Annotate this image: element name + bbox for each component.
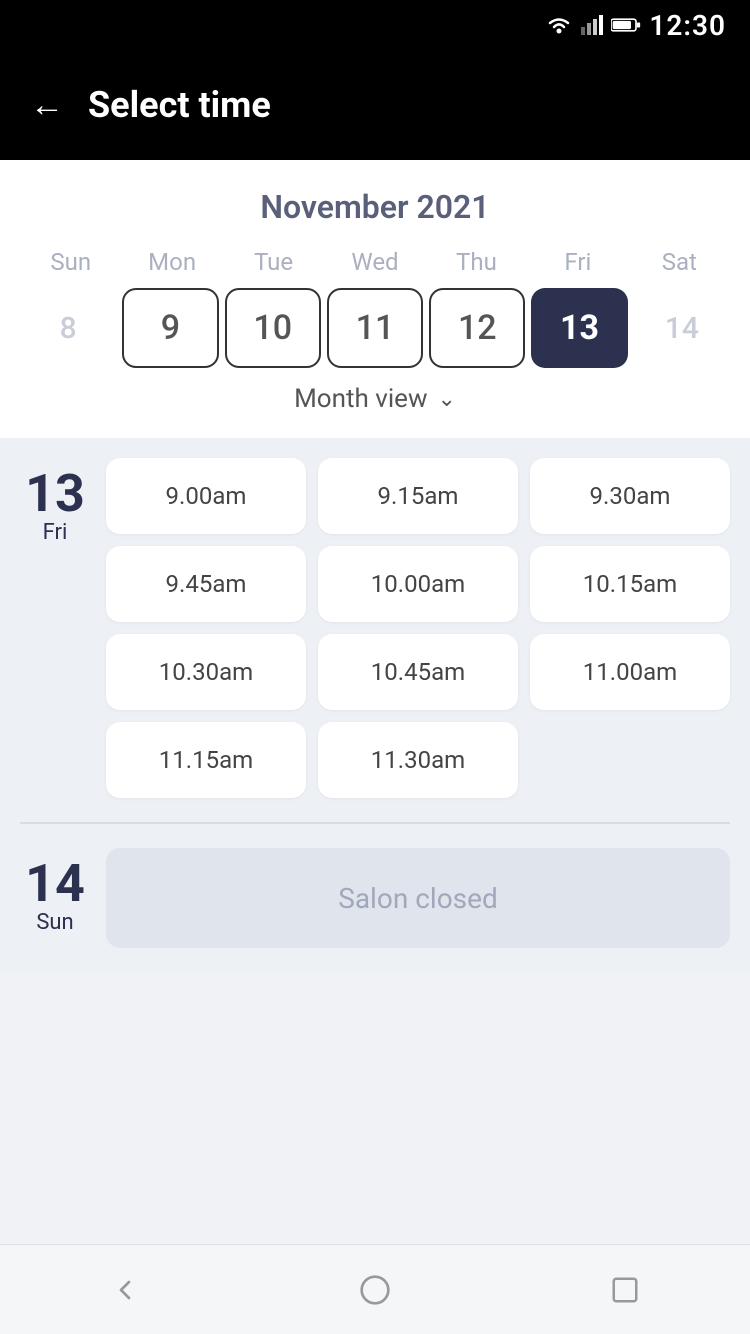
day-8[interactable]: 8 <box>20 288 116 368</box>
time-slot-1100am[interactable]: 11.00am <box>530 634 730 710</box>
day-divider <box>20 822 730 824</box>
month-year: November 2021 <box>20 188 730 226</box>
day-number-14: 14 <box>25 858 85 910</box>
nav-home-button[interactable] <box>345 1260 405 1320</box>
time-slot-930am[interactable]: 9.30am <box>530 458 730 534</box>
status-time: 12:30 <box>649 9 726 42</box>
time-slot-1030am[interactable]: 10.30am <box>106 634 306 710</box>
app-header: ← Select time <box>0 50 750 160</box>
month-view-toggle[interactable]: Month view ⌄ <box>20 368 730 418</box>
day-label-14: 14 Sun <box>20 848 90 935</box>
back-nav-icon <box>109 1274 141 1306</box>
day-name-fri: Fri <box>43 520 68 545</box>
day-group-13: 13 Fri 9.00am 9.15am 9.30am 9.45am 10.00… <box>20 458 730 798</box>
day-11[interactable]: 11 <box>327 288 423 368</box>
status-bar: 12:30 <box>0 0 750 50</box>
signal-icon <box>581 15 603 35</box>
days-row: 8 9 10 11 12 13 14 <box>20 288 730 368</box>
day-name-sun: Sun <box>36 910 73 935</box>
day-header-fri: Fri <box>527 248 628 276</box>
day-header-wed: Wed <box>324 248 425 276</box>
time-slot-915am[interactable]: 9.15am <box>318 458 518 534</box>
time-slot-945am[interactable]: 9.45am <box>106 546 306 622</box>
page-title: Select time <box>88 84 271 126</box>
day-number-13: 13 <box>25 468 85 520</box>
month-view-label: Month view <box>294 384 427 414</box>
day-header-tue: Tue <box>223 248 324 276</box>
day-9[interactable]: 9 <box>122 288 218 368</box>
time-slot-1000am[interactable]: 10.00am <box>318 546 518 622</box>
day-header-thu: Thu <box>426 248 527 276</box>
back-button[interactable]: ← <box>30 88 64 122</box>
day-group-14: 14 Sun Salon closed <box>20 848 730 948</box>
time-slots-grid-13: 9.00am 9.15am 9.30am 9.45am 10.00am 10.1… <box>106 458 730 798</box>
time-slot-1115am[interactable]: 11.15am <box>106 722 306 798</box>
day-12[interactable]: 12 <box>429 288 525 368</box>
time-slot-1015am[interactable]: 10.15am <box>530 546 730 622</box>
nav-recent-button[interactable] <box>595 1260 655 1320</box>
bottom-nav <box>0 1244 750 1334</box>
day-14[interactable]: 14 <box>634 288 730 368</box>
time-section: 13 Fri 9.00am 9.15am 9.30am 9.45am 10.00… <box>0 438 750 972</box>
time-slot-1045am[interactable]: 10.45am <box>318 634 518 710</box>
day-headers: Sun Mon Tue Wed Thu Fri Sat <box>20 248 730 276</box>
calendar-section: November 2021 Sun Mon Tue Wed Thu Fri Sa… <box>0 160 750 438</box>
day-header-mon: Mon <box>121 248 222 276</box>
battery-icon <box>611 17 641 33</box>
day-10[interactable]: 10 <box>225 288 321 368</box>
recent-nav-icon <box>610 1275 640 1305</box>
day-header-sat: Sat <box>629 248 730 276</box>
day-header-sun: Sun <box>20 248 121 276</box>
time-slot-1130am[interactable]: 11.30am <box>318 722 518 798</box>
status-icons: 12:30 <box>545 9 726 42</box>
salon-closed-box: Salon closed <box>106 848 730 948</box>
time-slot-900am[interactable]: 9.00am <box>106 458 306 534</box>
nav-back-button[interactable] <box>95 1260 155 1320</box>
wifi-icon <box>545 15 573 35</box>
day-13[interactable]: 13 <box>531 288 627 368</box>
home-nav-icon <box>359 1274 391 1306</box>
chevron-down-icon: ⌄ <box>437 387 455 412</box>
day-label-13: 13 Fri <box>20 458 90 545</box>
